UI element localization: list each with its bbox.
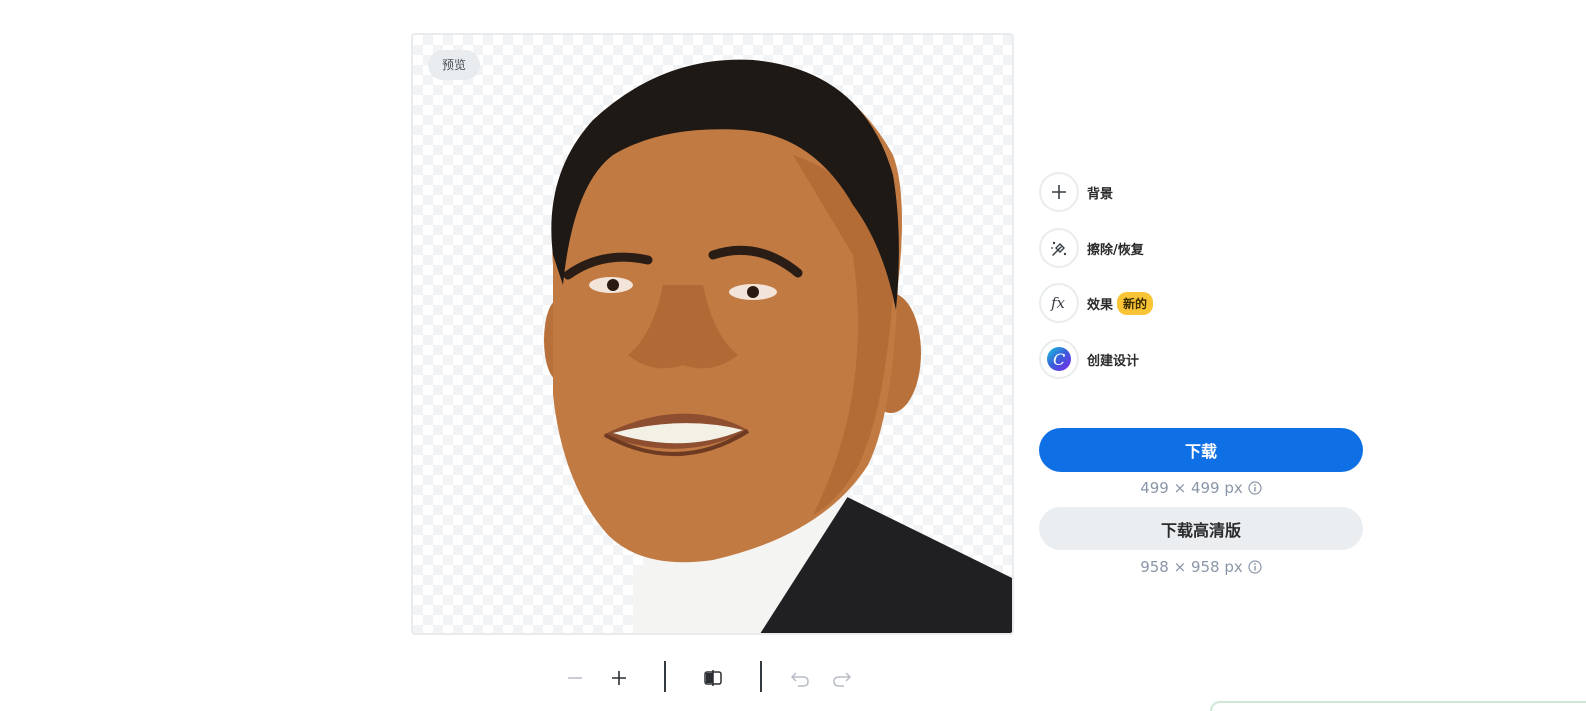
info-icon[interactable] <box>1248 560 1262 574</box>
tool-effects-label: 效果 <box>1087 297 1114 313</box>
tool-background[interactable]: 背景 <box>1039 172 1113 212</box>
download-hd-button[interactable]: 下载高清版 <box>1039 507 1363 550</box>
fx-icon[interactable]: fx <box>1039 283 1079 323</box>
toolbar-divider <box>664 661 666 692</box>
undo-icon[interactable] <box>788 666 812 690</box>
tool-create-design-label: 创建设计 <box>1087 353 1140 369</box>
tool-effects[interactable]: fx 效果 新的 <box>1039 283 1154 323</box>
download-hd-size-text: 958 × 958 px <box>1140 558 1243 576</box>
subject-photo <box>544 59 1012 633</box>
redo-icon[interactable] <box>830 666 854 690</box>
tool-background-label: 背景 <box>1087 186 1114 202</box>
zoom-out-icon[interactable] <box>563 666 587 690</box>
tool-create-design[interactable]: C 创建设计 <box>1039 339 1139 379</box>
tool-erase-restore[interactable]: 擦除/恢复 <box>1039 228 1144 268</box>
compare-icon[interactable] <box>701 666 725 690</box>
tool-erase-restore-label: 擦除/恢复 <box>1087 242 1144 258</box>
canva-logo-icon[interactable]: C <box>1039 339 1079 379</box>
preview-badge: 预览 <box>428 50 481 80</box>
bottom-panel-edge <box>1210 701 1586 711</box>
info-icon[interactable] <box>1248 481 1262 495</box>
download-hd-size: 958 × 958 px <box>1039 558 1363 576</box>
zoom-in-icon[interactable] <box>607 666 631 690</box>
image-preview: 预览 <box>411 33 1014 635</box>
download-button[interactable]: 下载 <box>1039 428 1363 472</box>
svg-text:C: C <box>1053 350 1065 369</box>
download-size-text: 499 × 499 px <box>1140 479 1243 497</box>
toolbar-divider <box>760 661 762 692</box>
plus-icon[interactable] <box>1039 172 1079 212</box>
magic-brush-icon[interactable] <box>1039 228 1079 268</box>
svg-text:fx: fx <box>1050 294 1066 312</box>
new-badge: 新的 <box>1117 291 1154 315</box>
download-size: 499 × 499 px <box>1039 479 1363 497</box>
